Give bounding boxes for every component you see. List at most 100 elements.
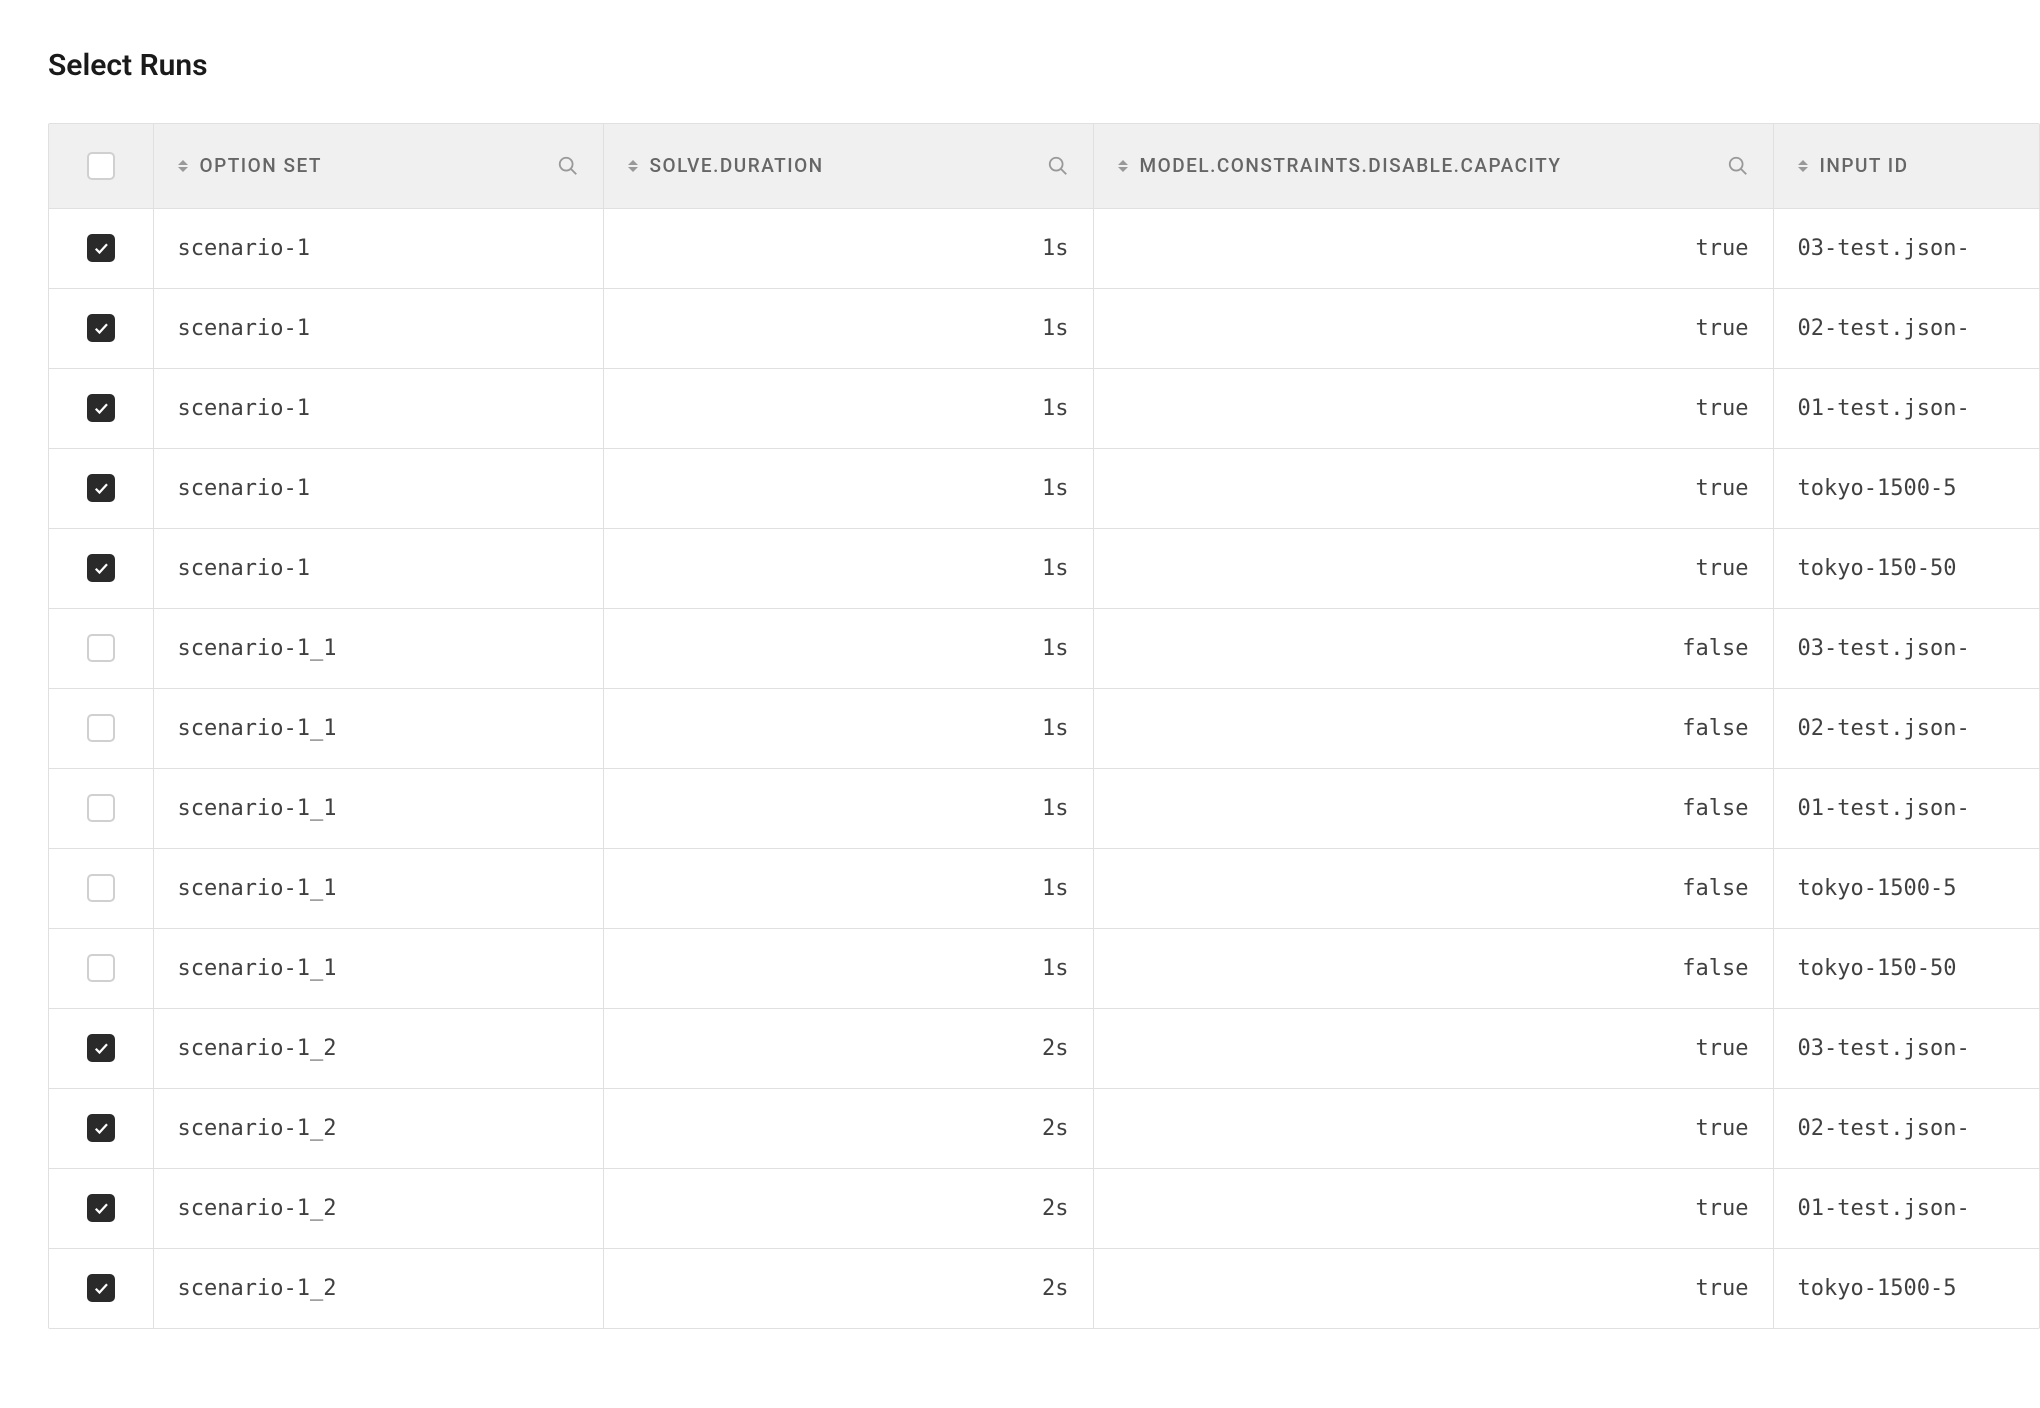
runs-table-container: OPTION SET SOLVE.DURATION [48,123,2040,1329]
cell-capacity: false [1093,928,1773,1008]
cell-option-set: scenario-1_2 [153,1008,603,1088]
table-row: scenario-1_22struetokyo-1500-5 [49,1248,2040,1328]
row-checkbox[interactable] [87,1034,115,1062]
cell-duration: 1s [603,928,1093,1008]
table-row: scenario-1_11sfalse01-test.json- [49,768,2040,848]
cell-capacity: true [1093,448,1773,528]
cell-capacity: false [1093,688,1773,768]
cell-checkbox [49,208,153,288]
row-checkbox[interactable] [87,314,115,342]
header-input-id[interactable]: INPUT ID [1773,124,2040,208]
cell-option-set: scenario-1_1 [153,688,603,768]
table-row: scenario-1_11sfalsetokyo-1500-5 [49,848,2040,928]
cell-checkbox [49,928,153,1008]
table-row: scenario-11struetokyo-1500-5 [49,448,2040,528]
row-checkbox[interactable] [87,1194,115,1222]
cell-duration: 1s [603,608,1093,688]
cell-input-id: tokyo-1500-5 [1773,848,2040,928]
cell-duration: 2s [603,1168,1093,1248]
cell-option-set: scenario-1_2 [153,1088,603,1168]
cell-option-set: scenario-1_2 [153,1168,603,1248]
cell-capacity: true [1093,1168,1773,1248]
cell-option-set: scenario-1_1 [153,848,603,928]
row-checkbox[interactable] [87,394,115,422]
cell-capacity: true [1093,1248,1773,1328]
row-checkbox[interactable] [87,1274,115,1302]
row-checkbox[interactable] [87,1114,115,1142]
cell-capacity: true [1093,1088,1773,1168]
cell-checkbox [49,288,153,368]
sort-icon[interactable] [1798,156,1812,176]
header-label: INPUT ID [1820,154,1909,177]
cell-input-id: 02-test.json- [1773,688,2040,768]
table-row: scenario-11strue01-test.json- [49,368,2040,448]
cell-input-id: 03-test.json- [1773,1008,2040,1088]
cell-duration: 1s [603,768,1093,848]
header-label: SOLVE.DURATION [650,154,824,177]
row-checkbox[interactable] [87,794,115,822]
cell-input-id: 03-test.json- [1773,208,2040,288]
cell-input-id: 03-test.json- [1773,608,2040,688]
sort-icon[interactable] [178,156,192,176]
cell-duration: 1s [603,288,1093,368]
sort-icon[interactable] [1118,156,1132,176]
header-label: OPTION SET [200,154,322,177]
row-checkbox[interactable] [87,954,115,982]
cell-duration: 1s [603,848,1093,928]
cell-input-id: 01-test.json- [1773,768,2040,848]
row-checkbox[interactable] [87,554,115,582]
cell-duration: 2s [603,1248,1093,1328]
row-checkbox[interactable] [87,874,115,902]
row-checkbox[interactable] [87,714,115,742]
cell-checkbox [49,608,153,688]
cell-input-id: tokyo-1500-5 [1773,1248,2040,1328]
cell-capacity: true [1093,1008,1773,1088]
cell-duration: 1s [603,448,1093,528]
cell-option-set: scenario-1 [153,208,603,288]
table-row: scenario-1_11sfalsetokyo-150-50 [49,928,2040,1008]
cell-input-id: 02-test.json- [1773,288,2040,368]
search-icon[interactable] [1047,155,1069,177]
cell-duration: 1s [603,688,1093,768]
cell-checkbox [49,448,153,528]
cell-capacity: true [1093,368,1773,448]
cell-input-id: 02-test.json- [1773,1088,2040,1168]
cell-option-set: scenario-1 [153,528,603,608]
select-all-checkbox[interactable] [87,152,115,180]
cell-duration: 1s [603,528,1093,608]
cell-option-set: scenario-1_1 [153,608,603,688]
cell-option-set: scenario-1_1 [153,928,603,1008]
cell-option-set: scenario-1 [153,448,603,528]
table-header-row: OPTION SET SOLVE.DURATION [49,124,2040,208]
page-title: Select Runs [48,48,2040,83]
cell-option-set: scenario-1 [153,288,603,368]
header-capacity[interactable]: MODEL.CONSTRAINTS.DISABLE.CAPACITY [1093,124,1773,208]
cell-capacity: false [1093,608,1773,688]
table-row: scenario-1_22strue02-test.json- [49,1088,2040,1168]
table-row: scenario-1_22strue01-test.json- [49,1168,2040,1248]
search-icon[interactable] [557,155,579,177]
cell-duration: 1s [603,368,1093,448]
header-option-set[interactable]: OPTION SET [153,124,603,208]
cell-input-id: 01-test.json- [1773,368,2040,448]
cell-checkbox [49,688,153,768]
cell-duration: 2s [603,1088,1093,1168]
sort-icon[interactable] [628,156,642,176]
search-icon[interactable] [1727,155,1749,177]
table-row: scenario-11struetokyo-150-50 [49,528,2040,608]
cell-checkbox [49,768,153,848]
cell-checkbox [49,528,153,608]
row-checkbox[interactable] [87,234,115,262]
cell-input-id: tokyo-150-50 [1773,528,2040,608]
cell-checkbox [49,1248,153,1328]
row-checkbox[interactable] [87,634,115,662]
table-row: scenario-11strue03-test.json- [49,208,2040,288]
row-checkbox[interactable] [87,474,115,502]
cell-capacity: false [1093,848,1773,928]
cell-capacity: false [1093,768,1773,848]
header-duration[interactable]: SOLVE.DURATION [603,124,1093,208]
table-row: scenario-1_11sfalse03-test.json- [49,608,2040,688]
cell-input-id: tokyo-1500-5 [1773,448,2040,528]
header-label: MODEL.CONSTRAINTS.DISABLE.CAPACITY [1140,154,1562,177]
cell-checkbox [49,1088,153,1168]
